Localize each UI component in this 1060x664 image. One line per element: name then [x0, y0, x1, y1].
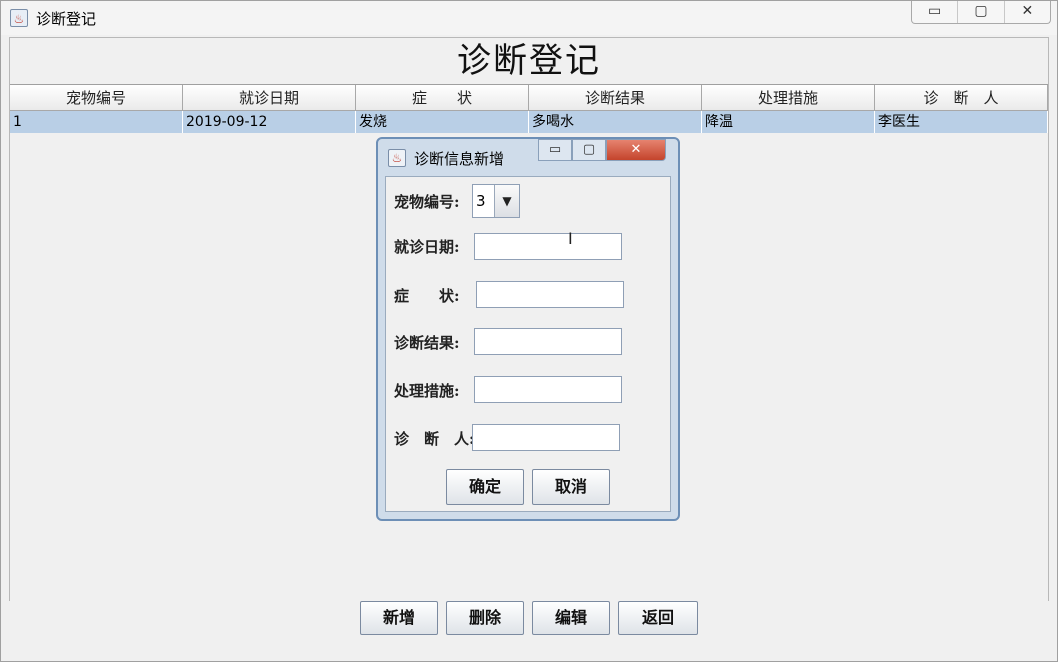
pet-id-label: 宠物编号:: [394, 193, 460, 211]
date-field[interactable]: [474, 233, 622, 260]
column-header-treatment[interactable]: 处理措施: [702, 85, 875, 111]
treatment-label: 处理措施:: [394, 382, 460, 400]
result-label: 诊断结果:: [394, 334, 460, 352]
doctor-field[interactable]: [472, 424, 620, 451]
dialog-controls: ▭ ▢ ✕: [538, 139, 672, 161]
text-cursor-icon: I: [568, 229, 573, 248]
delete-button[interactable]: 删除: [446, 601, 524, 635]
action-bar: 新增 删除 编辑 返回: [9, 601, 1049, 657]
cell-treatment[interactable]: 降温: [702, 111, 875, 133]
chevron-down-icon[interactable]: ▼: [494, 185, 519, 217]
date-label: 就诊日期:: [394, 238, 460, 256]
column-header-result[interactable]: 诊断结果: [529, 85, 702, 111]
doctor-label: 诊 断 人:: [394, 430, 475, 448]
window-title: 诊断登记: [36, 10, 97, 28]
edit-button[interactable]: 编辑: [532, 601, 610, 635]
pet-id-select[interactable]: 3 ▼: [472, 184, 520, 218]
cell-symptom[interactable]: 发烧: [356, 111, 529, 133]
column-header-symptom[interactable]: 症 状: [356, 85, 529, 111]
symptom-field[interactable]: [476, 281, 624, 308]
cell-doctor[interactable]: 李医生: [875, 111, 1048, 133]
column-header-doctor[interactable]: 诊 断 人: [875, 85, 1048, 111]
result-field[interactable]: [474, 328, 622, 355]
java-cup-icon: ♨: [388, 149, 406, 167]
add-button[interactable]: 新增: [360, 601, 438, 635]
column-header-date[interactable]: 就诊日期: [183, 85, 356, 111]
table-header: 宠物编号 就诊日期 症 状 诊断结果 处理措施 诊 断 人: [10, 85, 1048, 111]
dialog-title: 诊断信息新增: [414, 150, 505, 168]
back-button[interactable]: 返回: [618, 601, 698, 635]
dialog-title-bar[interactable]: ♨ 诊断信息新增 ▭ ▢ ✕: [378, 139, 678, 175]
window-controls: ▭ ▢ ✕: [911, 1, 1051, 24]
cell-result[interactable]: 多喝水: [529, 111, 702, 133]
minimize-icon[interactable]: ▭: [912, 1, 959, 23]
symptom-label: 症 状:: [394, 287, 460, 305]
java-cup-icon: ♨: [10, 9, 28, 27]
table-row[interactable]: 1 2019-09-12 发烧 多喝水 降温 李医生: [10, 111, 1048, 133]
dialog-form: 宠物编号: 3 ▼ 就诊日期: I 症 状: 诊断结果: 处理措施: 诊 断 人…: [385, 176, 671, 512]
close-icon[interactable]: ✕: [606, 139, 666, 161]
minimize-icon[interactable]: ▭: [538, 139, 572, 161]
cell-date[interactable]: 2019-09-12: [183, 111, 356, 133]
page-title: 诊断登记: [457, 41, 601, 81]
add-diagnosis-dialog: ♨ 诊断信息新增 ▭ ▢ ✕ 宠物编号: 3 ▼ 就诊日期: I 症 状: 诊断…: [376, 137, 680, 521]
close-icon[interactable]: ✕: [1005, 1, 1050, 23]
cell-pet-id[interactable]: 1: [10, 111, 183, 133]
maximize-icon[interactable]: ▢: [958, 1, 1005, 23]
column-header-pet-id[interactable]: 宠物编号: [10, 85, 183, 111]
title-bar[interactable]: ♨ 诊断登记 ▭ ▢ ✕: [1, 1, 1057, 35]
maximize-icon[interactable]: ▢: [572, 139, 606, 161]
cancel-button[interactable]: 取消: [532, 469, 610, 505]
treatment-field[interactable]: [474, 376, 622, 403]
pet-id-value: 3: [476, 192, 486, 210]
confirm-button[interactable]: 确定: [446, 469, 524, 505]
